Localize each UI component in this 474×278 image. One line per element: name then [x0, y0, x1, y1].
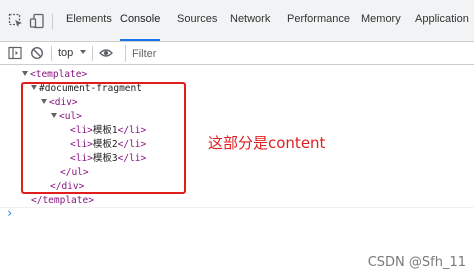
sidebar-toggle-icon[interactable] [8, 46, 22, 60]
devtools-tabbar: Elements Console Sources Network Perform… [0, 0, 474, 42]
filter-input[interactable] [125, 45, 474, 62]
context-selector[interactable]: top [58, 44, 73, 63]
expand-triangle-icon[interactable] [22, 71, 28, 76]
console-prompt-icon[interactable]: › [6, 206, 13, 220]
console-toolbar: top [0, 42, 474, 65]
tab-memory[interactable]: Memory [361, 0, 401, 41]
tab-network[interactable]: Network [230, 0, 270, 41]
device-toolbar-icon[interactable] [29, 13, 45, 29]
inspect-element-icon[interactable] [8, 13, 24, 29]
tab-console[interactable]: Console [120, 0, 161, 41]
dom-node-template[interactable]: <template> [22, 68, 87, 82]
console-output: <template> #document-fragment <div> <ul>… [0, 66, 474, 278]
content-highlight-box [21, 82, 186, 194]
toolbar-divider [52, 14, 53, 30]
tab-application[interactable]: Application [415, 0, 469, 41]
live-expression-eye-icon[interactable] [99, 46, 113, 60]
toolbar-divider [92, 46, 93, 61]
tab-performance[interactable]: Performance [287, 0, 350, 41]
watermark: CSDN @Sfh_11 [367, 255, 466, 270]
chevron-down-icon [80, 50, 86, 54]
toolbar-divider [51, 46, 52, 61]
console-divider [0, 207, 474, 208]
content-annotation: 这部分是content [208, 134, 326, 152]
clear-console-icon[interactable] [30, 46, 44, 60]
dom-node-template-close[interactable]: </template> [31, 194, 94, 208]
tab-sources[interactable]: Sources [177, 0, 217, 41]
tab-elements[interactable]: Elements [66, 0, 112, 41]
